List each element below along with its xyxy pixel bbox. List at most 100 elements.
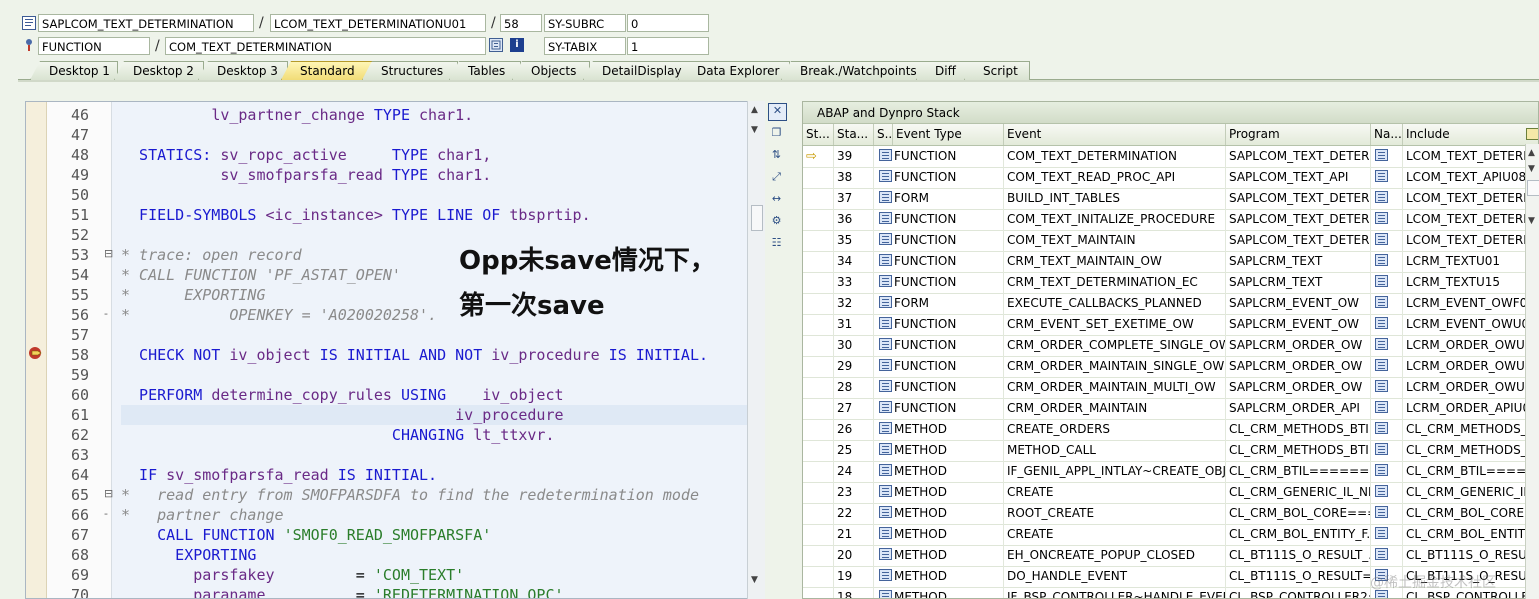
navigate-cell[interactable] — [1371, 209, 1403, 230]
scroll-down-arrow-icon[interactable]: ▼ — [751, 125, 758, 135]
scroll-thumb[interactable] — [1527, 180, 1539, 196]
event-name-field[interactable]: COM_TEXT_DETERMINATION — [165, 37, 486, 55]
navigate-cell[interactable] — [1371, 272, 1403, 293]
source-code-icon[interactable] — [879, 149, 892, 161]
swap-panels-icon[interactable]: ⇅ — [768, 147, 785, 163]
source-code-icon[interactable] — [879, 170, 892, 182]
event-cell[interactable]: IF_GENIL_APPL_INTLAY~CREATE_OBJ... — [1004, 461, 1226, 482]
include-field[interactable]: LCOM_TEXT_DETERMINATIONU01 — [270, 14, 486, 32]
source-code-icon[interactable] — [879, 569, 892, 581]
navigate-source-icon[interactable] — [489, 38, 503, 52]
navigate-icon[interactable] — [1375, 170, 1388, 182]
table-row[interactable]: 32 FORM EXECUTE_CALLBACKS_PLANNED SAPLCRM_E… — [803, 293, 1538, 315]
sysfield-name-2[interactable]: SY-TABIX — [544, 37, 626, 55]
navigate-cell[interactable] — [1371, 377, 1403, 398]
info-icon[interactable]: i — [510, 38, 524, 52]
navigate-icon[interactable] — [1375, 191, 1388, 203]
tab-standard[interactable]: Standard — [281, 61, 373, 80]
event-cell[interactable]: CRM_ORDER_COMPLETE_SINGLE_OW — [1004, 335, 1226, 356]
event-cell[interactable]: CRM_ORDER_MAINTAIN_SINGLE_OW — [1004, 356, 1226, 377]
table-row[interactable]: ⇨ 39 FUNCTION COM_TEXT_DETERMINATION SAPLCOM… — [803, 146, 1538, 168]
close-panel-icon[interactable]: ✕ — [768, 103, 787, 121]
line-number-field[interactable]: 58 — [500, 14, 542, 32]
navigate-icon[interactable] — [1375, 548, 1388, 560]
navigate-icon[interactable] — [1375, 443, 1388, 455]
column-header-status[interactable]: St... — [803, 124, 834, 145]
source-code-editor[interactable]: 46 47 48 49 50 51 52 53 54 55 56 57 58 59 60 61 62 63 64 65… — [25, 101, 765, 599]
navigate-cell[interactable] — [1371, 419, 1403, 440]
navigate-icon[interactable] — [1375, 506, 1388, 518]
navigate-cell[interactable] — [1371, 188, 1403, 209]
event-cell[interactable]: CRM_TEXT_DETERMINATION_EC — [1004, 272, 1226, 293]
navigate-icon[interactable] — [1375, 338, 1388, 350]
source-code-icon[interactable] — [879, 506, 892, 518]
navigate-cell[interactable] — [1371, 167, 1403, 188]
navigate-cell[interactable] — [1371, 398, 1403, 419]
column-settings-icon[interactable] — [1526, 128, 1538, 140]
table-row[interactable]: 38 FUNCTION COM_TEXT_READ_PROC_API SAPLCOM_… — [803, 167, 1538, 189]
table-row[interactable]: 26 METHOD CREATE_ORDERSCL_CRM_METHODS_BTIL… — [803, 419, 1538, 441]
current-line-breakpoint-icon[interactable] — [28, 346, 44, 360]
navigate-icon[interactable] — [1375, 464, 1388, 476]
column-header-stack-level[interactable]: Sta... — [834, 124, 874, 145]
new-window-icon[interactable]: ❐ — [768, 125, 785, 141]
navigate-cell[interactable] — [1371, 503, 1403, 524]
event-cell[interactable]: COM_TEXT_MAINTAIN — [1004, 230, 1226, 251]
event-cell[interactable]: CRM_EVENT_SET_EXETIME_OW — [1004, 314, 1226, 335]
table-row[interactable]: 36 FUNCTION COM_TEXT_INITALIZE_PROCEDURE SA… — [803, 209, 1538, 231]
navigate-icon[interactable] — [1375, 275, 1388, 287]
source-code-icon[interactable] — [879, 380, 892, 392]
event-cell[interactable]: CRM_ORDER_MAINTAIN_MULTI_OW — [1004, 377, 1226, 398]
column-header-include[interactable]: Include — [1403, 124, 1538, 145]
source-code-icon[interactable] — [879, 527, 892, 539]
navigate-cell[interactable] — [1371, 461, 1403, 482]
tab-breakpoints[interactable]: Break./Watchpoints — [781, 61, 931, 80]
source-code-icon[interactable] — [879, 359, 892, 371]
table-row[interactable]: 24 METHOD IF_GENIL_APPL_INTLAY~CREATE_OBJ.… — [803, 461, 1538, 483]
scroll-down-arrow-icon[interactable]: ▼ — [1528, 216, 1535, 226]
tab-script[interactable]: Script — [964, 61, 1030, 80]
event-cell[interactable]: IF_BSP_CONTROLLER~HANDLE_EVENT — [1004, 587, 1226, 598]
source-code-icon[interactable] — [879, 212, 892, 224]
event-cell[interactable]: CREATE — [1004, 482, 1226, 503]
editor-vertical-scrollbar[interactable]: ▲ ▼ ▼ — [747, 101, 765, 599]
table-row[interactable]: 22 METHOD ROOT_CREATECL_CRM_BOL_CORE===...… — [803, 503, 1538, 525]
tab-objects[interactable]: Objects — [512, 61, 590, 80]
table-row[interactable]: 33 FUNCTION CRM_TEXT_DETERMINATION_EC SAPLC… — [803, 272, 1538, 294]
navigate-icon[interactable] — [1375, 233, 1388, 245]
source-code-icon[interactable] — [879, 275, 892, 287]
navigate-cell[interactable] — [1371, 482, 1403, 503]
event-cell[interactable]: CREATE_ORDERS — [1004, 419, 1226, 440]
navigate-cell[interactable] — [1371, 356, 1403, 377]
navigate-icon[interactable] — [1375, 422, 1388, 434]
table-row[interactable]: 27 FUNCTION CRM_ORDER_MAINTAIN SAPLCRM_ORDE… — [803, 398, 1538, 420]
event-cell[interactable]: COM_TEXT_DETERMINATION — [1004, 146, 1226, 167]
column-header-program[interactable]: Program — [1226, 124, 1371, 145]
source-code-icon[interactable] — [879, 317, 892, 329]
stack-vertical-scrollbar[interactable]: ▲ ▼ ▼ — [1525, 144, 1539, 599]
resize-horizontal-icon[interactable]: ↔ — [768, 191, 785, 207]
tab-data-explorer[interactable]: Data Explorer — [678, 61, 790, 80]
scroll-down-arrow-icon[interactable]: ▼ — [751, 575, 758, 585]
sysfield-value-1[interactable]: 0 — [627, 14, 709, 32]
tab-desktop-2[interactable]: Desktop 2 — [114, 61, 204, 80]
column-header-s[interactable]: S... — [874, 124, 893, 145]
navigate-icon[interactable] — [1375, 485, 1388, 497]
navigate-icon[interactable] — [1375, 401, 1388, 413]
navigate-cell[interactable] — [1371, 230, 1403, 251]
source-code-icon[interactable] — [879, 338, 892, 350]
table-row[interactable]: 37 FORM BUILD_INT_TABLES SAPLCOM_TEXT_DETER… — [803, 188, 1538, 210]
table-row[interactable]: 28 FUNCTION CRM_ORDER_MAINTAIN_MULTI_OW SAP… — [803, 377, 1538, 399]
column-header-event-type[interactable]: Event Type — [893, 124, 1004, 145]
event-cell[interactable]: CREATE — [1004, 524, 1226, 545]
event-cell[interactable]: DO_HANDLE_EVENT — [1004, 566, 1226, 587]
navigate-cell[interactable] — [1371, 293, 1403, 314]
navigate-icon[interactable] — [1375, 254, 1388, 266]
source-code-icon[interactable] — [879, 296, 892, 308]
fold-toggle-icon[interactable]: - — [104, 307, 108, 320]
maximize-icon[interactable]: ⤢ — [768, 169, 785, 185]
event-cell[interactable]: EXECUTE_CALLBACKS_PLANNED — [1004, 293, 1226, 314]
navigate-cell[interactable] — [1371, 545, 1403, 566]
source-code-icon[interactable] — [879, 443, 892, 455]
tab-desktop-3[interactable]: Desktop 3 — [198, 61, 288, 80]
